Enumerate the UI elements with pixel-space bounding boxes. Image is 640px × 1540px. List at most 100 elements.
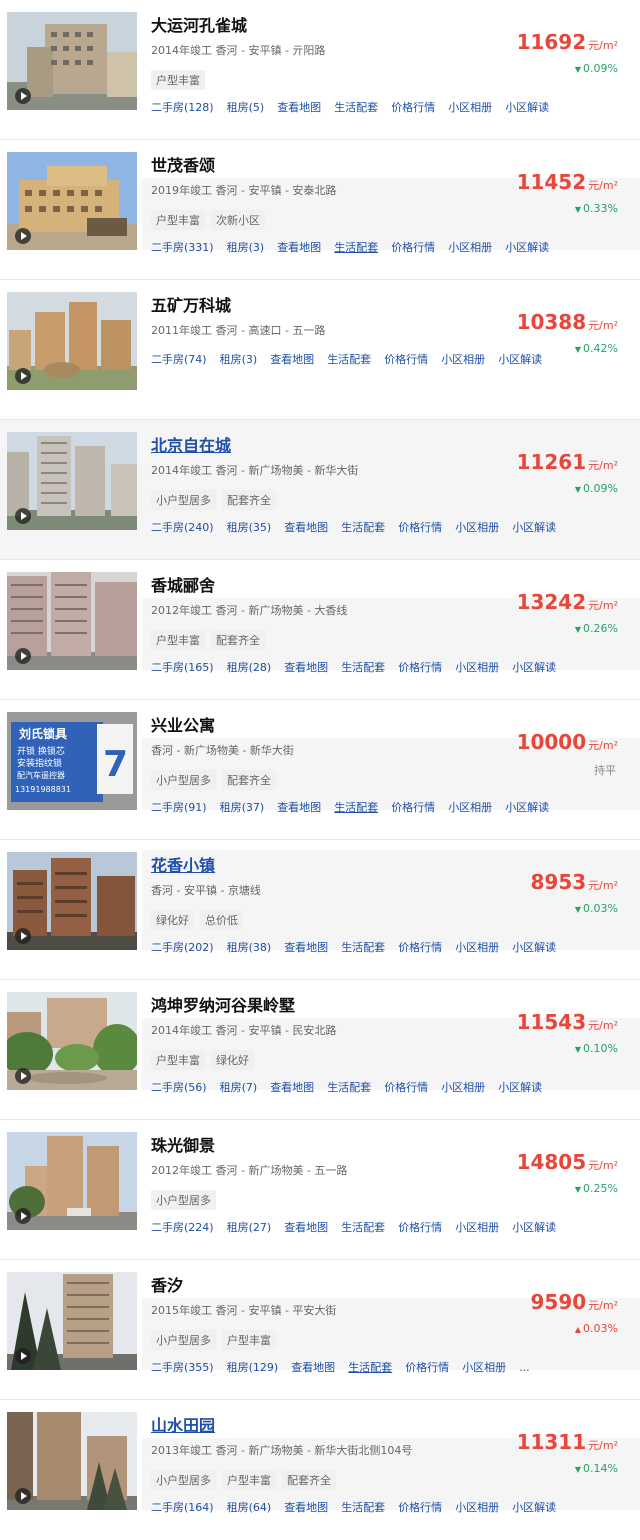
link-album[interactable]: 小区相册 bbox=[462, 1361, 506, 1374]
community-name[interactable]: 山水田园 bbox=[151, 1412, 215, 1436]
community-photo[interactable] bbox=[7, 292, 137, 390]
link-analysis[interactable]: 小区解读 bbox=[498, 353, 542, 366]
link-second-hand[interactable]: 二手房(74) bbox=[151, 353, 207, 366]
link-map[interactable]: 查看地图 bbox=[270, 353, 314, 366]
community-name[interactable]: 五矿万科城 bbox=[151, 292, 231, 316]
link-map[interactable]: 查看地图 bbox=[284, 521, 328, 534]
link-second-hand[interactable]: 二手房(128) bbox=[151, 101, 214, 114]
link-map[interactable]: 查看地图 bbox=[277, 101, 321, 114]
link-album[interactable]: 小区相册 bbox=[448, 801, 492, 814]
community-photo[interactable] bbox=[7, 1132, 137, 1230]
link-album[interactable]: 小区相册 bbox=[455, 661, 499, 674]
link-price-trend[interactable]: 价格行情 bbox=[405, 1361, 449, 1374]
link-analysis[interactable]: 小区解读 bbox=[512, 521, 556, 534]
link-map[interactable]: 查看地图 bbox=[284, 661, 328, 674]
link-second-hand[interactable]: 二手房(56) bbox=[151, 1081, 207, 1094]
link-rent[interactable]: 租房(37) bbox=[220, 801, 265, 814]
link-rent[interactable]: 租房(5) bbox=[227, 101, 265, 114]
community-name[interactable]: 兴业公寓 bbox=[151, 712, 215, 736]
link-price-trend[interactable]: 价格行情 bbox=[384, 353, 428, 366]
community-photo[interactable] bbox=[7, 1412, 137, 1510]
link-rent[interactable]: 租房(129) bbox=[227, 1361, 279, 1374]
link-album[interactable]: 小区相册 bbox=[455, 1501, 499, 1514]
community-name[interactable]: 香汐 bbox=[151, 1272, 183, 1296]
link-price-trend[interactable]: 价格行情 bbox=[398, 1221, 442, 1234]
link-second-hand[interactable]: 二手房(355) bbox=[151, 1361, 214, 1374]
link-amenities[interactable]: 生活配套 bbox=[341, 661, 385, 674]
link-price-trend[interactable]: 价格行情 bbox=[398, 1501, 442, 1514]
more-links[interactable]: ... bbox=[519, 1361, 530, 1374]
link-second-hand[interactable]: 二手房(240) bbox=[151, 521, 214, 534]
link-album[interactable]: 小区相册 bbox=[455, 941, 499, 954]
link-price-trend[interactable]: 价格行情 bbox=[398, 521, 442, 534]
link-price-trend[interactable]: 价格行情 bbox=[391, 241, 435, 254]
community-photo[interactable] bbox=[7, 992, 137, 1090]
link-map[interactable]: 查看地图 bbox=[284, 1501, 328, 1514]
video-play-icon[interactable] bbox=[15, 88, 31, 104]
link-map[interactable]: 查看地图 bbox=[284, 941, 328, 954]
video-play-icon[interactable] bbox=[15, 1208, 31, 1224]
link-second-hand[interactable]: 二手房(91) bbox=[151, 801, 207, 814]
link-analysis[interactable]: 小区解读 bbox=[512, 661, 556, 674]
link-second-hand[interactable]: 二手房(165) bbox=[151, 661, 214, 674]
community-name[interactable]: 世茂香颂 bbox=[151, 152, 215, 176]
video-play-icon[interactable] bbox=[15, 648, 31, 664]
link-rent[interactable]: 租房(35) bbox=[227, 521, 272, 534]
link-rent[interactable]: 租房(3) bbox=[220, 353, 258, 366]
community-photo[interactable] bbox=[7, 852, 137, 950]
link-amenities[interactable]: 生活配套 bbox=[334, 801, 378, 814]
link-price-trend[interactable]: 价格行情 bbox=[384, 1081, 428, 1094]
link-amenities[interactable]: 生活配套 bbox=[341, 941, 385, 954]
link-second-hand[interactable]: 二手房(224) bbox=[151, 1221, 214, 1234]
link-analysis[interactable]: 小区解读 bbox=[505, 241, 549, 254]
community-name[interactable]: 大运河孔雀城 bbox=[151, 12, 247, 36]
video-play-icon[interactable] bbox=[15, 1488, 31, 1504]
video-play-icon[interactable] bbox=[15, 1348, 31, 1364]
link-album[interactable]: 小区相册 bbox=[441, 353, 485, 366]
link-rent[interactable]: 租房(38) bbox=[227, 941, 272, 954]
link-amenities[interactable]: 生活配套 bbox=[341, 1221, 385, 1234]
video-play-icon[interactable] bbox=[15, 928, 31, 944]
link-amenities[interactable]: 生活配套 bbox=[327, 353, 371, 366]
link-album[interactable]: 小区相册 bbox=[441, 1081, 485, 1094]
link-price-trend[interactable]: 价格行情 bbox=[398, 661, 442, 674]
community-name[interactable]: 鸿坤罗纳河谷果岭墅 bbox=[151, 992, 295, 1016]
link-price-trend[interactable]: 价格行情 bbox=[391, 101, 435, 114]
community-name[interactable]: 花香小镇 bbox=[151, 852, 215, 876]
link-analysis[interactable]: 小区解读 bbox=[512, 941, 556, 954]
link-album[interactable]: 小区相册 bbox=[448, 101, 492, 114]
community-photo[interactable] bbox=[7, 12, 137, 110]
link-price-trend[interactable]: 价格行情 bbox=[398, 941, 442, 954]
link-analysis[interactable]: 小区解读 bbox=[512, 1501, 556, 1514]
link-rent[interactable]: 租房(64) bbox=[227, 1501, 272, 1514]
link-price-trend[interactable]: 价格行情 bbox=[391, 801, 435, 814]
link-second-hand[interactable]: 二手房(331) bbox=[151, 241, 214, 254]
link-album[interactable]: 小区相册 bbox=[448, 241, 492, 254]
video-play-icon[interactable] bbox=[15, 1068, 31, 1084]
community-photo[interactable] bbox=[7, 572, 137, 670]
community-name[interactable]: 香城郦舍 bbox=[151, 572, 215, 596]
link-analysis[interactable]: 小区解读 bbox=[498, 1081, 542, 1094]
link-amenities[interactable]: 生活配套 bbox=[348, 1361, 392, 1374]
link-second-hand[interactable]: 二手房(202) bbox=[151, 941, 214, 954]
link-rent[interactable]: 租房(3) bbox=[227, 241, 265, 254]
link-rent[interactable]: 租房(27) bbox=[227, 1221, 272, 1234]
link-analysis[interactable]: 小区解读 bbox=[505, 801, 549, 814]
link-map[interactable]: 查看地图 bbox=[284, 1221, 328, 1234]
community-photo[interactable] bbox=[7, 1272, 137, 1370]
link-amenities[interactable]: 生活配套 bbox=[334, 241, 378, 254]
link-analysis[interactable]: 小区解读 bbox=[505, 101, 549, 114]
community-photo[interactable] bbox=[7, 432, 137, 530]
link-rent[interactable]: 租房(28) bbox=[227, 661, 272, 674]
link-map[interactable]: 查看地图 bbox=[291, 1361, 335, 1374]
video-play-icon[interactable] bbox=[15, 228, 31, 244]
link-amenities[interactable]: 生活配套 bbox=[334, 101, 378, 114]
community-name[interactable]: 珠光御景 bbox=[151, 1132, 215, 1156]
link-map[interactable]: 查看地图 bbox=[277, 241, 321, 254]
link-analysis[interactable]: 小区解读 bbox=[512, 1221, 556, 1234]
link-map[interactable]: 查看地图 bbox=[270, 1081, 314, 1094]
community-photo[interactable]: 刘氏锁具 开锁 换锁芯 安装指纹锁 配汽车遥控器 13191988831 7 bbox=[7, 712, 137, 810]
video-play-icon[interactable] bbox=[15, 508, 31, 524]
link-map[interactable]: 查看地图 bbox=[277, 801, 321, 814]
community-photo[interactable] bbox=[7, 152, 137, 250]
